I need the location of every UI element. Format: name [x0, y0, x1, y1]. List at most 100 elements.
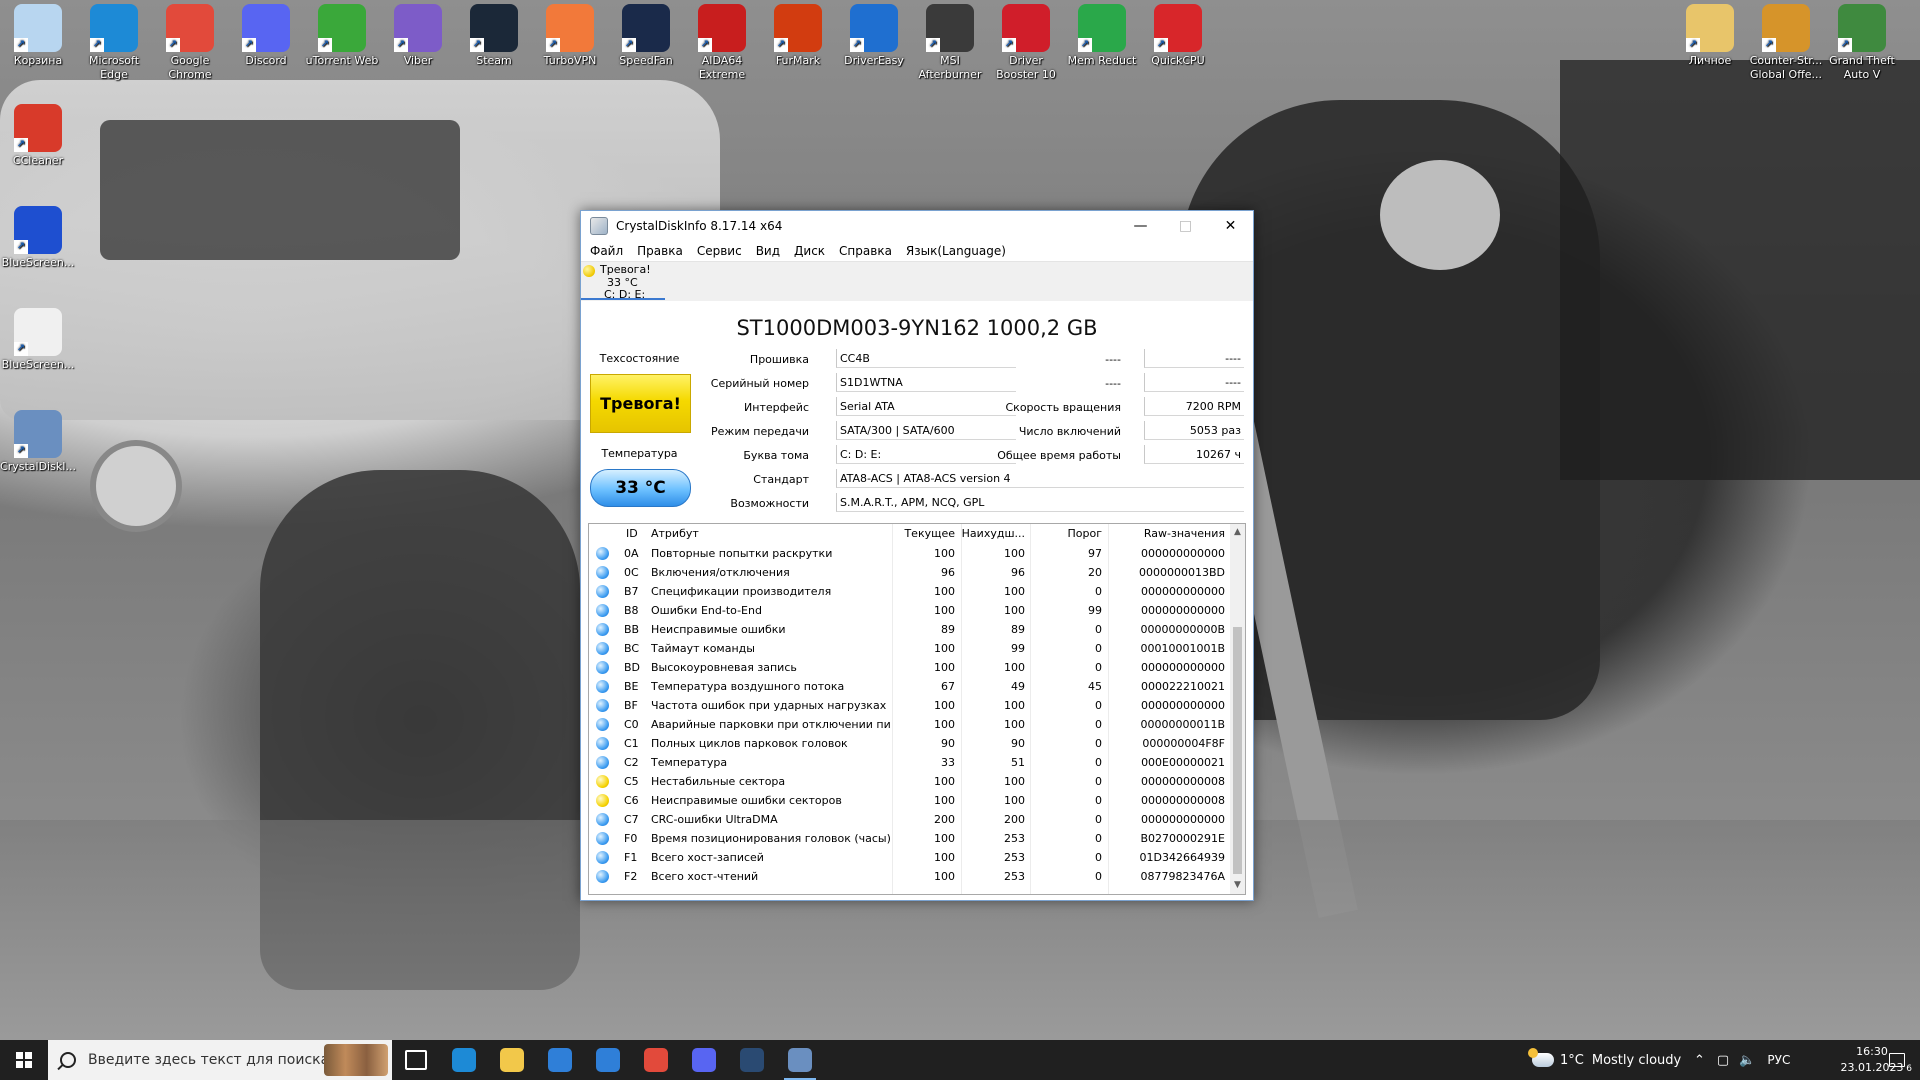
- desktop-shortcut-label: Mem Reduct: [1067, 54, 1137, 67]
- desktop-shortcut-top-9[interactable]: ↗ AIDA64 Extreme: [684, 0, 760, 82]
- table-row[interactable]: C7 CRC-ошибки UltraDMA 200 200 0 000000000000: [589, 810, 1230, 829]
- desktop-shortcut-top-3[interactable]: ↗ Discord: [228, 0, 304, 68]
- desktop-shortcut-top-6[interactable]: ↗ Steam: [456, 0, 532, 68]
- table-body: 0A Повторные попытки раскрутки 100 100 97 000…: [589, 544, 1230, 886]
- table-row[interactable]: 0A Повторные попытки раскрутки 100 100 97 000…: [589, 544, 1230, 563]
- desktop-shortcut-top-4[interactable]: ↗ uTorrent Web: [304, 0, 380, 68]
- reserved-label-1: ----: [1105, 353, 1121, 366]
- header-attribute[interactable]: Атрибут: [651, 527, 699, 540]
- scroll-down-arrow-icon[interactable]: ▼: [1230, 877, 1245, 894]
- menu-item-2[interactable]: Сервис: [690, 241, 749, 261]
- desktop-shortcut-left-1[interactable]: ↗ BlueScreen...: [0, 202, 76, 270]
- taskbar-app-crystaldiskinfo[interactable]: [776, 1040, 824, 1080]
- desktop-shortcut-top-0[interactable]: ↗ Корзина: [0, 0, 76, 68]
- network-icon[interactable]: ▢: [1717, 1053, 1729, 1068]
- table-row[interactable]: BD Высокоуровневая запись 100 100 0 000000000…: [589, 658, 1230, 677]
- table-row[interactable]: B8 Ошибки End-to-End 100 100 99 000000000000: [589, 601, 1230, 620]
- table-row[interactable]: F1 Всего хост-записей 100 253 0 01D342664939: [589, 848, 1230, 867]
- taskbar-app-mail[interactable]: [584, 1040, 632, 1080]
- desktop-shortcut-top-12[interactable]: ↗ MSI Afterburner: [912, 0, 988, 82]
- cell-attribute: Аварийные парковки при отключении пи...: [651, 718, 891, 731]
- desktop-shortcut-top-1[interactable]: ↗ Microsoft Edge: [76, 0, 152, 82]
- volume-icon[interactable]: 🔈: [1739, 1053, 1755, 1068]
- desktop-shortcut-left-0[interactable]: ↗ CCleaner: [0, 100, 76, 168]
- cell-threshold: 20: [1088, 566, 1102, 579]
- table-row[interactable]: C2 Температура 33 51 0 000E00000021: [589, 753, 1230, 772]
- taskbar-app-chrome[interactable]: [632, 1040, 680, 1080]
- taskbar-app-microsoft-store[interactable]: [536, 1040, 584, 1080]
- close-button[interactable]: ✕: [1208, 211, 1253, 241]
- menu-item-1[interactable]: Правка: [630, 241, 690, 261]
- table-row[interactable]: C5 Нестабильные сектора 100 100 0 00000000000…: [589, 772, 1230, 791]
- desktop-shortcut-top-14[interactable]: ↗ Mem Reduct: [1064, 0, 1140, 68]
- scroll-up-arrow-icon[interactable]: ▲: [1230, 524, 1245, 541]
- desktop-shortcut-top-7[interactable]: ↗ TurboVPN: [532, 0, 608, 68]
- menu-item-5[interactable]: Справка: [832, 241, 899, 261]
- taskbar-app-discord[interactable]: [680, 1040, 728, 1080]
- desktop-shortcut-top-11[interactable]: ↗ DriverEasy: [836, 0, 912, 68]
- desktop-shortcut-right-0[interactable]: ↗ Личное: [1672, 0, 1748, 68]
- temperature-indicator[interactable]: 33 °C: [590, 469, 691, 507]
- menu-item-3[interactable]: Вид: [749, 241, 787, 261]
- desktop-shortcut-top-13[interactable]: ↗ Driver Booster 10: [988, 0, 1064, 82]
- cell-raw-value: B0270000291E: [1140, 832, 1225, 845]
- header-worst[interactable]: Наихудш...: [961, 527, 1025, 540]
- desktop-shortcut-top-8[interactable]: ↗ SpeedFan: [608, 0, 684, 68]
- notification-center-button[interactable]: 6: [1882, 1040, 1912, 1080]
- desktop-shortcut-right-1[interactable]: ↗ Counter-Str... Global Offe...: [1748, 0, 1824, 82]
- desktop-shortcut-top-5[interactable]: ↗ Viber: [380, 0, 456, 68]
- disk-tab[interactable]: Тревога! 33 °C C: D: E:: [581, 262, 665, 300]
- temperature-label: Температура: [601, 447, 678, 460]
- cell-attribute: Высокоуровневая запись: [651, 661, 797, 674]
- desktop-shortcut-left-3[interactable]: ↗ CrystalDiskI...: [0, 406, 76, 474]
- table-row[interactable]: C6 Неисправимые ошибки секторов 100 100 0 000…: [589, 791, 1230, 810]
- menu-item-4[interactable]: Диск: [787, 241, 832, 261]
- desktop-shortcut-right-2[interactable]: ↗ Grand Theft Auto V: [1824, 0, 1900, 82]
- cell-threshold: 0: [1095, 718, 1102, 731]
- power-on-hours-value: 10267 ч: [1144, 445, 1244, 464]
- taskbar-app-file-explorer[interactable]: [488, 1040, 536, 1080]
- menu-item-0[interactable]: Файл: [583, 241, 630, 261]
- standard-label: Стандарт: [753, 473, 809, 486]
- table-row[interactable]: C1 Полных циклов парковок головок 90 90 0 000…: [589, 734, 1230, 753]
- power-on-hours-label: Общее время работы: [997, 449, 1121, 462]
- blue-status-icon: [596, 870, 609, 883]
- scrollbar-thumb[interactable]: [1233, 627, 1242, 874]
- table-row[interactable]: B7 Спецификации производителя 100 100 0 00000…: [589, 582, 1230, 601]
- taskbar-app-steam[interactable]: [728, 1040, 776, 1080]
- table-row[interactable]: 0C Включения/отключения 96 96 20 0000000013BD: [589, 563, 1230, 582]
- header-threshold[interactable]: Порог: [1030, 527, 1103, 540]
- header-id[interactable]: ID: [626, 527, 638, 540]
- weather-widget[interactable]: 1°C Mostly cloudy: [1528, 1040, 1681, 1080]
- table-row[interactable]: BF Частота ошибок при ударных нагрузках 10…: [589, 696, 1230, 715]
- blue-status-icon: [596, 566, 609, 579]
- header-raw-values[interactable]: Raw-значения: [1108, 527, 1225, 540]
- tray-chevron-up-icon[interactable]: ⌃: [1694, 1053, 1705, 1068]
- table-row[interactable]: BC Таймаут команды 100 99 0 00010001001B: [589, 639, 1230, 658]
- taskbar-app-task-view[interactable]: [392, 1040, 440, 1080]
- input-language[interactable]: РУС: [1767, 1053, 1790, 1067]
- taskbar-search-box[interactable]: Введите здесь текст для поиска: [48, 1040, 392, 1080]
- menu-item-6[interactable]: Язык(Language): [899, 241, 1013, 261]
- cell-id: BB: [624, 623, 640, 636]
- desktop-shortcut-top-10[interactable]: ↗ FurMark: [760, 0, 836, 68]
- header-current[interactable]: Текущее: [892, 527, 955, 540]
- title-bar[interactable]: CrystalDiskInfo 8.17.14 x64 — □ ✕: [581, 211, 1253, 241]
- cell-worst: 253: [1004, 851, 1025, 864]
- minimize-button[interactable]: —: [1118, 211, 1163, 241]
- health-status-button[interactable]: Тревога!: [590, 374, 691, 433]
- cell-worst: 100: [1004, 699, 1025, 712]
- table-row[interactable]: C0 Аварийные парковки при отключении пи..…: [589, 715, 1230, 734]
- smart-attribute-table[interactable]: ID Атрибут Текущее Наихудш... Порог Raw-…: [588, 523, 1246, 895]
- taskbar-app-edge[interactable]: [440, 1040, 488, 1080]
- desktop-shortcut-left-2[interactable]: ↗ BlueScreen...: [0, 304, 76, 372]
- table-row[interactable]: BB Неисправимые ошибки 89 89 0 00000000000B: [589, 620, 1230, 639]
- desktop-shortcut-top-15[interactable]: ↗ QuickCPU: [1140, 0, 1216, 68]
- table-row[interactable]: BE Температура воздушного потока 67 49 45 000…: [589, 677, 1230, 696]
- table-row[interactable]: F2 Всего хост-чтений 100 253 0 08779823476A: [589, 867, 1230, 886]
- table-scrollbar[interactable]: ▲ ▼: [1230, 524, 1245, 894]
- desktop-shortcut-top-2[interactable]: ↗ Google Chrome: [152, 0, 228, 82]
- driver-booster-icon: ↗: [1002, 4, 1050, 52]
- start-button[interactable]: [0, 1040, 48, 1080]
- table-row[interactable]: F0 Время позиционирования головок (часы) 1…: [589, 829, 1230, 848]
